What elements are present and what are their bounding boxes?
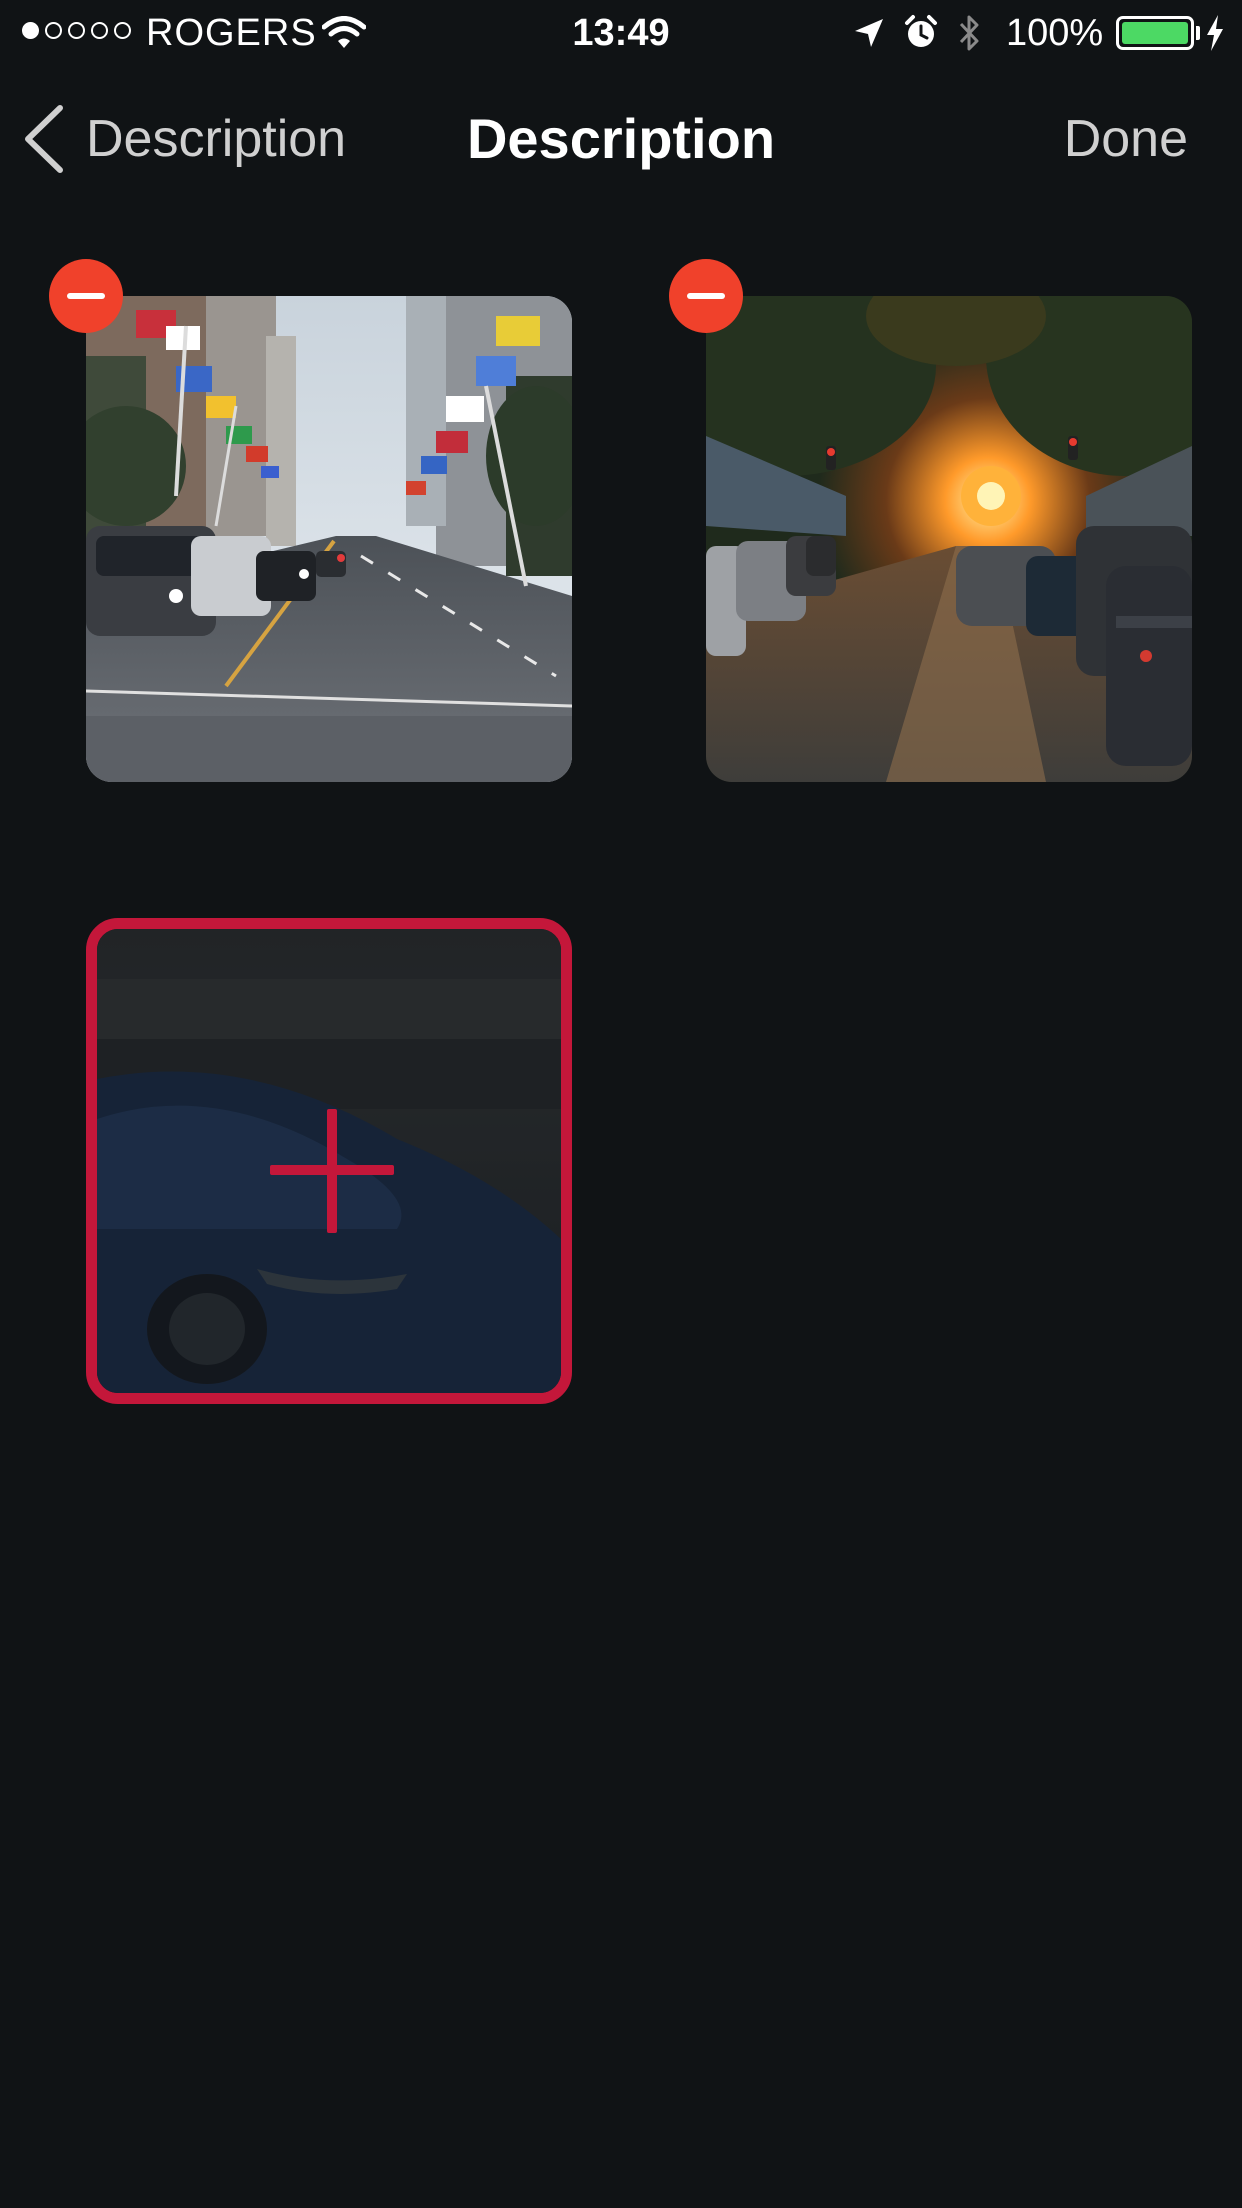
- photo-sunset-street-image: [706, 296, 1192, 782]
- back-button[interactable]: Description: [22, 104, 346, 174]
- bluetooth-icon: [959, 15, 979, 51]
- back-button-label: Description: [86, 110, 347, 168]
- photo-thumbnail-sunset-street[interactable]: [706, 296, 1192, 782]
- screen: ROGERS 13:49 100% Description Descriptio…: [0, 0, 1242, 2208]
- navigation-bar: Description Description Done: [0, 90, 1242, 186]
- add-photo-button[interactable]: [86, 918, 572, 1404]
- minus-icon: [687, 293, 725, 299]
- battery-percentage: 100%: [1006, 12, 1104, 54]
- chevron-left-icon: [25, 105, 63, 173]
- location-arrow-icon: [855, 19, 883, 47]
- battery-icon: [1116, 16, 1194, 50]
- photo-thumbnail-flags-street[interactable]: [86, 296, 572, 782]
- plus-icon-horizontal: [270, 1165, 394, 1175]
- charging-bolt-icon: [1207, 15, 1223, 51]
- remove-photo-2-button[interactable]: [669, 259, 743, 333]
- status-bar: ROGERS 13:49 100%: [0, 0, 1242, 66]
- remove-photo-1-button[interactable]: [49, 259, 123, 333]
- alarm-icon: [905, 15, 937, 47]
- done-button[interactable]: Done: [1064, 104, 1188, 174]
- minus-icon: [67, 293, 105, 299]
- battery-terminal: [1196, 26, 1200, 40]
- battery-level-fill: [1122, 22, 1188, 44]
- photo-flags-street-image: [86, 296, 572, 782]
